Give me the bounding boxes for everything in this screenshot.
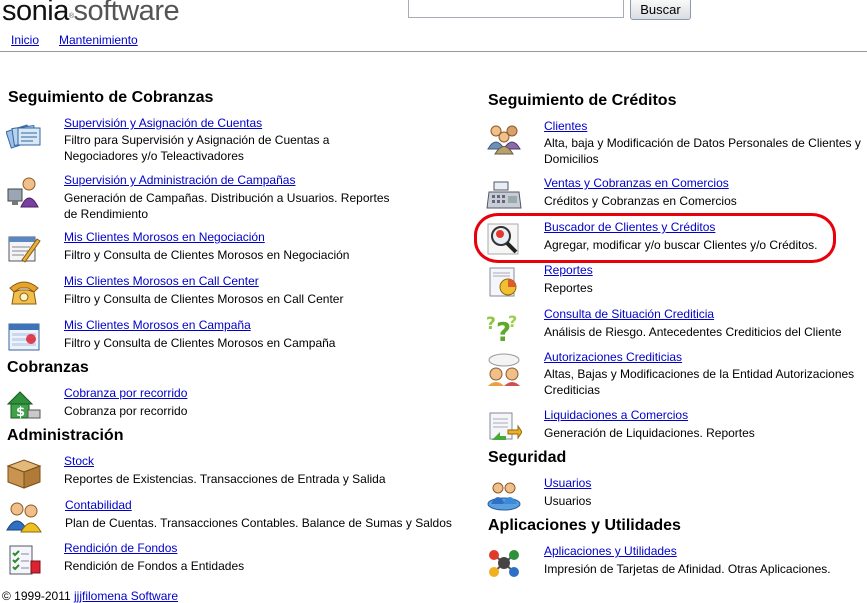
desc-morosos-negociacion: Filtro y Consulta de Clientes Morosos en… [64, 248, 350, 262]
link-situacion-crediticia[interactable]: Consulta de Situación Crediticia [544, 307, 714, 322]
menu-item-clientes: Clientes Alta, baja y Modificación de Da… [486, 119, 866, 167]
menu-item-ventas-cobranzas: Ventas y Cobranzas en Comercios Créditos… [486, 176, 866, 212]
menu-item-morosos-negociacion: Mis Clientes Morosos en Negociación Filt… [6, 230, 406, 266]
link-supervision-campanas[interactable]: Supervisión y Administración de Campañas [64, 173, 295, 188]
desc-rendicion-fondos: Rendición de Fondos a Entidades [64, 559, 245, 573]
svg-text:?: ? [486, 314, 496, 334]
section-title-administracion: Administración [7, 427, 124, 444]
desc-situacion-crediticia: Análisis de Riesgo. Antecedentes Crediti… [544, 325, 842, 339]
link-reportes[interactable]: Reportes [544, 263, 593, 278]
highlight-annotation-ellipse [474, 213, 836, 263]
desc-reportes: Reportes [544, 281, 593, 295]
nav-link-mantenimiento[interactable]: Mantenimiento [59, 33, 138, 47]
question-marks-icon: ??? [486, 309, 522, 343]
desc-cobranza-recorrido: Cobranza por recorrido [64, 404, 188, 418]
desc-ventas-cobranzas: Créditos y Cobranzas en Comercios [544, 194, 737, 208]
menu-item-aplicaciones: Aplicaciones y Utilidades Impresión de T… [486, 544, 866, 580]
user-computer-icon [6, 175, 42, 209]
desc-morosos-campana: Filtro y Consulta de Clientes Morosos en… [64, 336, 336, 350]
search-button[interactable]: Buscar [630, 0, 691, 20]
desc-stock: Reportes de Existencias. Transacciones d… [64, 472, 386, 486]
section-title-seguridad: Seguridad [488, 449, 567, 466]
desc-liquidaciones: Generación de Liquidaciones. Reportes [544, 426, 755, 440]
footer: © 1999-2011 jjjfilomena Software [2, 589, 178, 603]
menu-item-contabilidad: Contabilidad Plan de Cuentas. Transaccio… [6, 498, 456, 534]
link-morosos-negociacion[interactable]: Mis Clientes Morosos en Negociación [64, 230, 265, 245]
link-usuarios[interactable]: Usuarios [544, 476, 591, 491]
document-arrows-icon [486, 410, 522, 444]
calendar-window-icon [6, 320, 42, 354]
menu-item-morosos-campana: Mis Clientes Morosos en Campaña Filtro y… [6, 318, 406, 354]
header-divider [0, 51, 867, 52]
menu-item-morosos-call-center: Mis Clientes Morosos en Call Center Filt… [6, 274, 406, 310]
search-input[interactable] [408, 0, 624, 18]
logo-part1: sonia [2, 0, 69, 27]
svg-text:$: $ [16, 405, 25, 420]
edit-document-icon [6, 232, 42, 266]
link-cobranza-recorrido[interactable]: Cobranza por recorrido [64, 386, 187, 401]
link-morosos-campana[interactable]: Mis Clientes Morosos en Campaña [64, 318, 251, 333]
checklist-icon [6, 543, 42, 577]
money-house-icon: $ [6, 388, 42, 422]
menu-item-liquidaciones: Liquidaciones a Comercios Generación de … [486, 408, 866, 444]
footer-link[interactable]: jjjfilomena Software [74, 589, 178, 603]
link-aplicaciones[interactable]: Aplicaciones y Utilidades [544, 544, 677, 559]
link-rendicion-fondos[interactable]: Rendición de Fondos [64, 541, 177, 556]
people-group-icon [486, 121, 522, 155]
desc-autorizaciones: Altas, Bajas y Modificaciones de la Enti… [544, 367, 855, 397]
menu-item-situacion-crediticia: ??? Consulta de Situación Crediticia Aná… [486, 307, 866, 343]
menu-item-autorizaciones: Autorizaciones Crediticias Altas, Bajas … [486, 350, 866, 398]
users-globe-icon [486, 478, 522, 512]
telephone-icon [6, 276, 42, 310]
menu-item-usuarios: Usuarios Usuarios [486, 476, 866, 512]
link-supervision-asignacion[interactable]: Supervisión y Asignación de Cuentas [64, 116, 262, 131]
sonia-software-logo: sonia®software [2, 0, 180, 28]
footer-copyright: © 1999-2011 [2, 589, 71, 603]
link-stock[interactable]: Stock [64, 454, 94, 469]
nav-link-inicio[interactable]: Inicio [11, 33, 39, 47]
desc-clientes: Alta, baja y Modificación de Datos Perso… [544, 136, 861, 166]
link-liquidaciones[interactable]: Liquidaciones a Comercios [544, 408, 688, 423]
menu-item-rendicion-fondos: Rendición de Fondos Rendición de Fondos … [6, 541, 426, 577]
svg-text:?: ? [508, 312, 517, 331]
users-icon [6, 500, 42, 534]
desc-supervision-asignacion: Filtro para Supervisión y Asignación de … [64, 133, 330, 163]
chat-people-icon [486, 352, 522, 386]
accounts-cards-icon [6, 118, 42, 152]
link-contabilidad[interactable]: Contabilidad [65, 498, 132, 513]
desc-contabilidad: Plan de Cuentas. Transacciones Contables… [65, 516, 452, 530]
section-title-seguimiento-creditos: Seguimiento de Créditos [488, 92, 677, 109]
menu-item-supervision-asignacion: Supervisión y Asignación de Cuentas Filt… [6, 116, 386, 164]
cash-register-icon [486, 178, 522, 212]
link-ventas-cobranzas[interactable]: Ventas y Cobranzas en Comercios [544, 176, 729, 191]
report-chart-icon [486, 265, 522, 299]
molecule-icon [486, 546, 522, 580]
section-title-aplicaciones: Aplicaciones y Utilidades [488, 517, 681, 534]
logo-part2: software [73, 0, 180, 27]
section-title-seguimiento-cobranzas: Seguimiento de Cobranzas [8, 89, 214, 106]
menu-item-reportes: Reportes Reportes [486, 263, 866, 299]
link-morosos-call-center[interactable]: Mis Clientes Morosos en Call Center [64, 274, 259, 289]
desc-aplicaciones: Impresión de Tarjetas de Afinidad. Otras… [544, 562, 831, 576]
desc-morosos-call-center: Filtro y Consulta de Clientes Morosos en… [64, 292, 344, 306]
link-clientes[interactable]: Clientes [544, 119, 587, 134]
menu-item-stock: Stock Reportes de Existencias. Transacci… [6, 454, 426, 490]
logo-registered-mark: ® [68, 13, 74, 20]
section-title-cobranzas: Cobranzas [7, 359, 89, 376]
menu-item-cobranza-recorrido: $ Cobranza por recorrido Cobranza por re… [6, 386, 406, 422]
box-icon [6, 456, 42, 490]
desc-supervision-campanas: Generación de Campañas. Distribución a U… [64, 191, 390, 221]
desc-usuarios: Usuarios [544, 494, 592, 508]
link-autorizaciones[interactable]: Autorizaciones Crediticias [544, 350, 682, 365]
menu-item-supervision-campanas: Supervisión y Administración de Campañas… [6, 173, 406, 221]
